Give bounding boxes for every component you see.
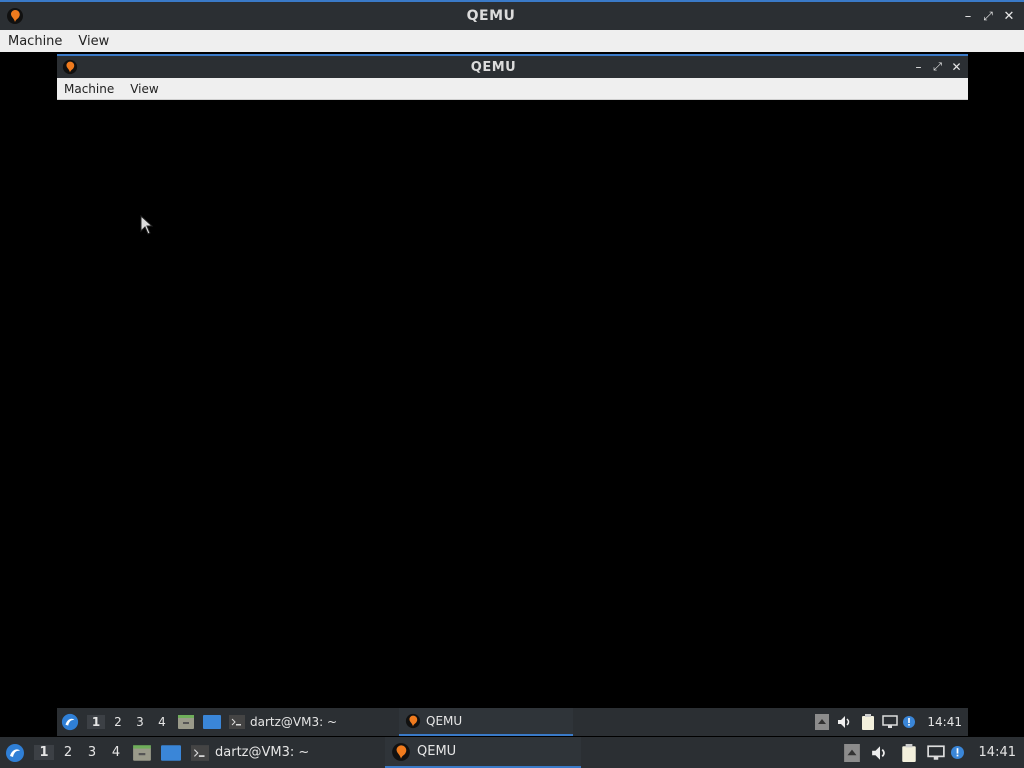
maximize-button[interactable]: ⤢ (978, 9, 998, 24)
network-icon[interactable] (879, 715, 901, 729)
taskbar: 1 2 3 4 dartz@VM3: ~ QEMU 14:41 (0, 737, 1024, 768)
task-label: QEMU (417, 744, 457, 759)
inner-window-title: QEMU (470, 59, 517, 75)
menu-machine[interactable]: Machine (64, 82, 114, 96)
tray-up-arrow-icon[interactable] (839, 743, 865, 762)
workspace-3[interactable]: 3 (131, 715, 149, 729)
outer-window-titlebar[interactable]: QEMU – ⤢ ✕ (0, 0, 1024, 30)
inner-taskbar: 1 2 3 4 dartz@VM3: ~ QEMU 14:41 (57, 708, 968, 736)
workspace-3[interactable]: 3 (82, 745, 102, 760)
task-label: dartz@VM3: ~ (215, 745, 310, 760)
system-tray: 14:41 (839, 743, 1018, 762)
workspace-1[interactable]: 1 (34, 745, 54, 760)
close-button[interactable]: ✕ (947, 60, 966, 74)
clipboard-icon[interactable] (857, 714, 879, 730)
qemu-app-icon[interactable] (6, 7, 24, 25)
start-menu-icon[interactable] (57, 708, 83, 736)
clock[interactable]: 14:41 (927, 715, 962, 729)
task-terminal[interactable]: dartz@VM3: ~ (229, 708, 399, 736)
close-button[interactable]: ✕ (998, 9, 1020, 24)
tray-up-arrow-icon[interactable] (811, 714, 833, 730)
clipboard-icon[interactable] (895, 743, 923, 762)
outer-menubar: Machine View (0, 30, 1024, 52)
workspace-1[interactable]: 1 (87, 715, 105, 729)
file-manager-icon[interactable] (132, 744, 152, 762)
workspace-2[interactable]: 2 (58, 745, 78, 760)
notification-icon[interactable] (901, 716, 917, 728)
start-menu-icon[interactable] (0, 737, 30, 768)
volume-icon[interactable] (833, 715, 857, 729)
minimize-button[interactable]: – (958, 9, 978, 24)
inner-menubar: Machine View (57, 78, 968, 100)
desktop-icon[interactable] (161, 744, 181, 761)
terminal-icon (191, 744, 209, 761)
menu-view[interactable]: View (78, 34, 109, 49)
terminal-icon (229, 715, 245, 729)
menu-view[interactable]: View (130, 82, 158, 96)
inner-window-titlebar[interactable]: QEMU – ⤢ ✕ (57, 54, 968, 78)
task-terminal[interactable]: dartz@VM3: ~ (191, 737, 385, 768)
maximize-button[interactable]: ⤢ (928, 60, 947, 74)
minimize-button[interactable]: – (909, 60, 928, 74)
network-icon[interactable] (923, 744, 949, 761)
volume-icon[interactable] (865, 745, 895, 761)
workspace-4[interactable]: 4 (153, 715, 171, 729)
qemu-icon (391, 742, 411, 762)
guest-display[interactable] (57, 100, 968, 708)
task-label: QEMU (426, 714, 463, 728)
qemu-app-icon[interactable] (62, 59, 78, 75)
notification-icon[interactable] (949, 746, 967, 759)
outer-window-title: QEMU (466, 8, 516, 24)
desktop-icon[interactable] (203, 715, 221, 729)
workspace-2[interactable]: 2 (109, 715, 127, 729)
clock[interactable]: 14:41 (979, 745, 1016, 760)
file-manager-icon[interactable] (177, 714, 195, 730)
mouse-cursor-icon (140, 215, 154, 235)
menu-machine[interactable]: Machine (8, 34, 62, 49)
task-qemu[interactable]: QEMU (399, 708, 573, 736)
system-tray: 14:41 (811, 714, 964, 730)
qemu-icon (405, 713, 421, 729)
task-qemu[interactable]: QEMU (385, 737, 581, 768)
task-label: dartz@VM3: ~ (250, 715, 338, 729)
workspace-4[interactable]: 4 (106, 745, 126, 760)
